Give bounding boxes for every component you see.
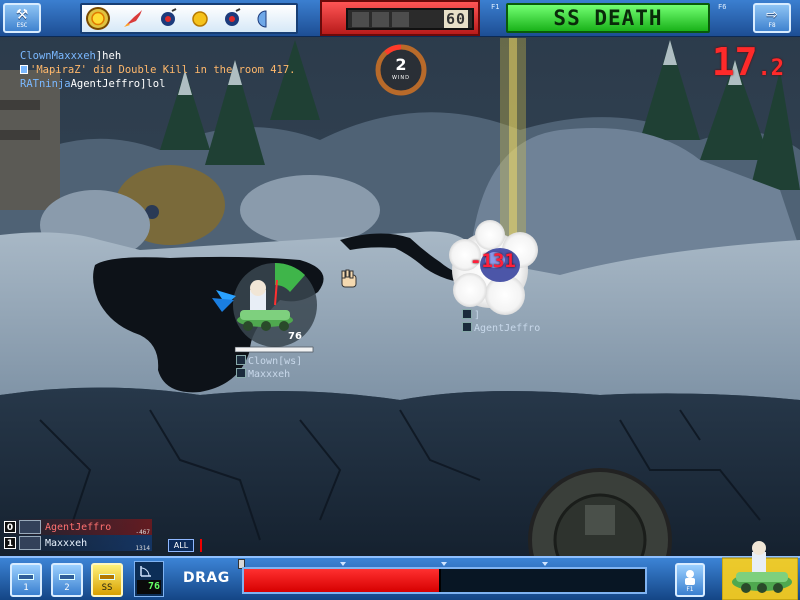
wind-indicator: 2 WIND <box>375 44 427 96</box>
game-mode-banner: SS DEATH <box>506 3 710 33</box>
f6-key-label: F6 <box>718 3 727 11</box>
player-list: 0 AgentJeffro -467 1 Maxxxeh 1314 <box>4 519 152 552</box>
angle-icon <box>140 566 151 577</box>
chat-filter-button[interactable]: ALL <box>168 539 194 552</box>
chat-input-cursor <box>200 539 202 552</box>
game-screen: ⚒ ESC 60 F1 SS DEATH F6 ⇨ F8 ClownMaxxxe… <box>0 0 800 600</box>
chat-message: ]heh <box>95 50 122 62</box>
turn-timer: 17.2 <box>712 42 784 82</box>
esc-key-label: ESC <box>16 21 28 29</box>
player-list-name: AgentJeffro <box>45 521 112 533</box>
player-score: 1314 <box>135 545 150 552</box>
special-shot-button[interactable]: SS <box>91 563 123 597</box>
power-tick <box>340 562 346 566</box>
rank-icon <box>462 309 472 319</box>
turn-timer-seconds: 17 <box>711 40 758 84</box>
wind-label: WIND <box>391 75 410 81</box>
exit-button[interactable]: ⇨ F8 <box>753 3 791 33</box>
shot-1-button[interactable]: 1 <box>10 563 42 597</box>
list-item[interactable]: 0 AgentJeffro -467 <box>4 519 152 536</box>
chat-line: RATninjaAgentJeffro]lol <box>20 77 296 91</box>
power-tick <box>441 562 447 566</box>
chat-message: AgentJeffro]lol <box>70 78 166 90</box>
delay-segment <box>372 12 389 27</box>
angle-value: 76 <box>137 580 161 594</box>
mobile-portrait-icon <box>722 541 798 600</box>
player-index: 0 <box>4 521 16 533</box>
special-shot-label: SS <box>101 583 113 593</box>
wrench-icon: ⚒ <box>15 6 29 23</box>
chat-log: ClownMaxxxeh]heh 'MapiraZ' did Double Ki… <box>20 49 296 91</box>
enemy-nameplate: ] AgentJeffro <box>462 309 540 335</box>
system-message-icon <box>20 65 28 74</box>
power-tick <box>542 562 548 566</box>
rank-icon <box>236 368 246 378</box>
character-icon <box>685 569 695 585</box>
avatar <box>19 520 41 534</box>
enemy-name: AgentJeffro <box>474 323 541 334</box>
shot-2-button[interactable]: 2 <box>51 563 83 597</box>
rank-icon <box>236 355 246 365</box>
last-power-marker <box>439 569 442 592</box>
shot-1-label: 1 <box>23 583 29 593</box>
shot-2-label: 2 <box>64 583 70 593</box>
avatar <box>19 536 41 550</box>
list-item[interactable]: 1 Maxxxeh 1314 <box>4 535 152 552</box>
bomb-item-icon[interactable] <box>156 7 180 30</box>
sun-item-icon[interactable] <box>86 7 110 30</box>
player-guild: Clown[ws] <box>248 356 303 367</box>
exit-arrow-icon: ⇨ <box>766 6 778 23</box>
player-list-name: Maxxxeh <box>45 537 88 549</box>
chat-sender: RATninja <box>20 78 71 90</box>
f8-key-label: F8 <box>768 21 776 29</box>
enemy-guild: ] <box>474 310 481 321</box>
power-gauge[interactable] <box>242 567 647 594</box>
bottom-toolbar: 1 2 SS 76 DRAG F1 <box>0 541 800 600</box>
damage-number: -131 <box>470 250 516 272</box>
wind-value: 2 <box>395 55 407 74</box>
f1-key-label: F1 <box>491 3 500 11</box>
help-button[interactable]: F1 <box>675 563 705 597</box>
player-index: 1 <box>4 537 16 549</box>
gold-coin-item-icon[interactable] <box>188 7 212 30</box>
player-name: Maxxxeh <box>248 369 291 380</box>
angle-display: 76 <box>134 561 164 597</box>
chat-line: ClownMaxxxeh]heh <box>20 49 296 63</box>
rocket-item-icon[interactable] <box>122 7 146 30</box>
delay-gauge: 60 <box>320 0 480 36</box>
shot-bar-icon <box>99 574 115 580</box>
turn-timer-decimal: .2 <box>757 56 785 81</box>
esc-menu-button[interactable]: ⚒ ESC <box>3 3 41 33</box>
delay-segment <box>392 12 409 27</box>
game-mode-text: SS DEATH <box>553 6 663 30</box>
power-fill <box>244 569 441 592</box>
system-message: 'MapiraZ' did Double Kill in the room 41… <box>30 64 296 76</box>
shot-bar-icon <box>59 574 75 580</box>
shot-bar-icon <box>18 574 34 580</box>
delay-value: 60 <box>443 10 468 28</box>
player-nameplate: Clown[ws] Maxxxeh <box>236 355 302 381</box>
partial-item-icon[interactable] <box>254 7 278 30</box>
chat-line: 'MapiraZ' did Double Kill in the room 41… <box>20 63 296 77</box>
top-toolbar: ⚒ ESC 60 F1 SS DEATH F6 ⇨ F8 <box>0 0 800 37</box>
rank-icon <box>462 322 472 332</box>
drag-label: DRAG <box>183 570 230 586</box>
chat-sender: ClownMaxxxeh <box>20 50 96 62</box>
bomb-item-icon[interactable] <box>220 7 244 30</box>
help-key-label: F1 <box>686 585 694 593</box>
item-bar <box>80 3 298 34</box>
delay-segment <box>352 12 369 27</box>
player-hp-value: 76 <box>288 331 302 342</box>
